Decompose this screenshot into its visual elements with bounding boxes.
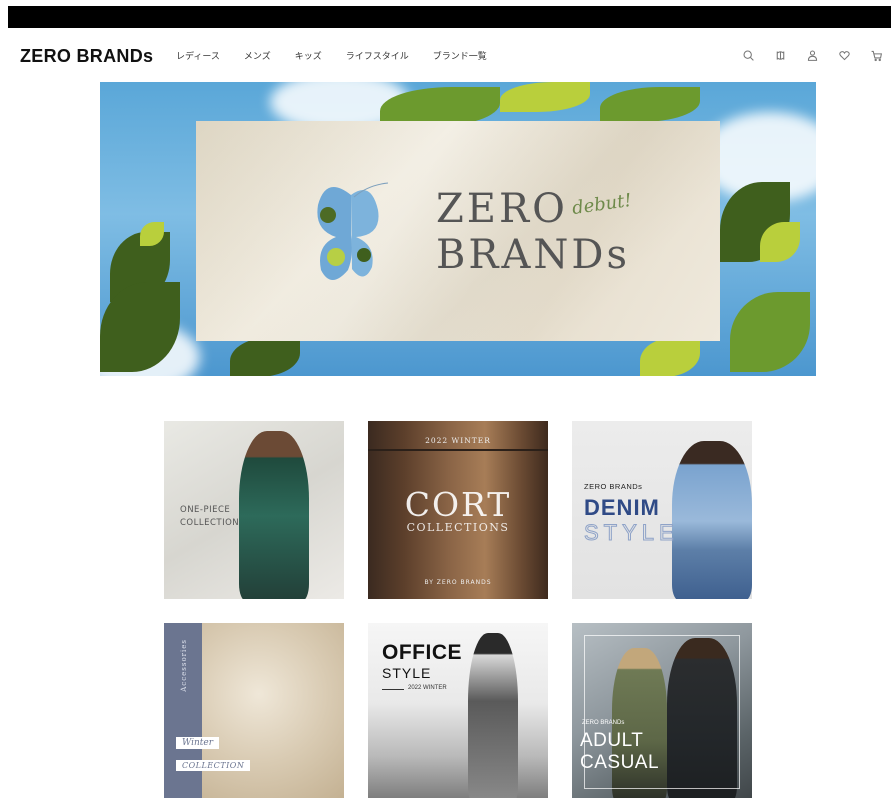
leaf: [600, 87, 700, 122]
site-logo[interactable]: ZERO BRANDs: [20, 46, 153, 67]
adult-brand: ZERO BRANDs: [582, 720, 625, 726]
tile-denim[interactable]: ZERO BRANDs DENIM STYLE: [572, 421, 752, 599]
denim-brand: ZERO BRANDs: [584, 482, 643, 491]
model-figure: [239, 431, 309, 599]
header-icons: [739, 46, 885, 64]
onepiece-label: ONE-PIECE COLLECTION: [180, 504, 239, 530]
leaf: [500, 82, 590, 112]
tile-accessories[interactable]: Accessories Winter COLLECTION: [164, 623, 344, 798]
accessories-photo: [202, 623, 344, 798]
nav-item-lifestyle[interactable]: ライフスタイル: [346, 49, 409, 62]
cart-icon[interactable]: [867, 46, 885, 64]
adult-line2: CASUAL: [580, 752, 660, 773]
hero-banner[interactable]: ZERO BRANDs debut!: [100, 82, 816, 376]
hero-title-line2: BRANDs: [436, 232, 630, 278]
tile-onepiece[interactable]: ONE-PIECE COLLECTION: [164, 421, 344, 599]
model-figure: [468, 633, 518, 798]
butterfly-icon: [317, 182, 389, 280]
cort-by: BY ZERO BRANDS: [424, 579, 492, 586]
tile-cort[interactable]: 2022 WINTER CORT COLLECTIONS BY ZERO BRA…: [368, 421, 548, 599]
adult-title: ADULT CASUAL: [580, 730, 659, 774]
office-divider: [382, 689, 404, 690]
cort-title: CORT: [404, 485, 512, 524]
accessories-coll: COLLECTION: [176, 760, 251, 771]
top-bar: [8, 6, 891, 28]
leaf: [640, 337, 700, 376]
hanger-rail: [368, 449, 548, 451]
denim-title: DENIM: [584, 495, 660, 520]
office-date: 2022 WINTER: [408, 685, 447, 691]
leaf: [730, 292, 810, 372]
office-title: OFFICE: [382, 641, 462, 664]
tile-adult[interactable]: ZERO BRANDs ADULT CASUAL: [572, 623, 752, 798]
office-style: STYLE: [382, 665, 432, 681]
nav-item-kids[interactable]: キッズ: [295, 49, 322, 62]
nav-item-ladies[interactable]: レディース: [176, 49, 220, 62]
accessories-vertical: Accessories: [180, 639, 188, 692]
user-icon[interactable]: [803, 46, 821, 64]
site-header: ZERO BRANDs レディース メンズ キッズ ライフスタイル ブランド一覧: [0, 28, 891, 82]
brand-icon[interactable]: [771, 46, 789, 64]
heart-icon[interactable]: [835, 46, 853, 64]
model-figure: [672, 441, 752, 599]
onepiece-line1: ONE-PIECE: [180, 505, 231, 515]
denim-style: STYLE: [584, 520, 679, 546]
nav-item-brands[interactable]: ブランド一覧: [433, 49, 487, 62]
tile-office[interactable]: OFFICE STYLE 2022 WINTER: [368, 623, 548, 798]
main-nav: レディース メンズ キッズ ライフスタイル ブランド一覧: [176, 49, 511, 62]
leaf: [230, 337, 300, 376]
cort-coll: COLLECTIONS: [406, 521, 510, 534]
search-icon[interactable]: [739, 46, 757, 64]
accessories-winter: Winter: [176, 737, 220, 749]
adult-line1: ADULT: [580, 730, 644, 751]
onepiece-line2: COLLECTION: [180, 518, 240, 528]
cort-sub: 2022 WINTER: [425, 436, 491, 445]
nav-item-mens[interactable]: メンズ: [244, 49, 271, 62]
